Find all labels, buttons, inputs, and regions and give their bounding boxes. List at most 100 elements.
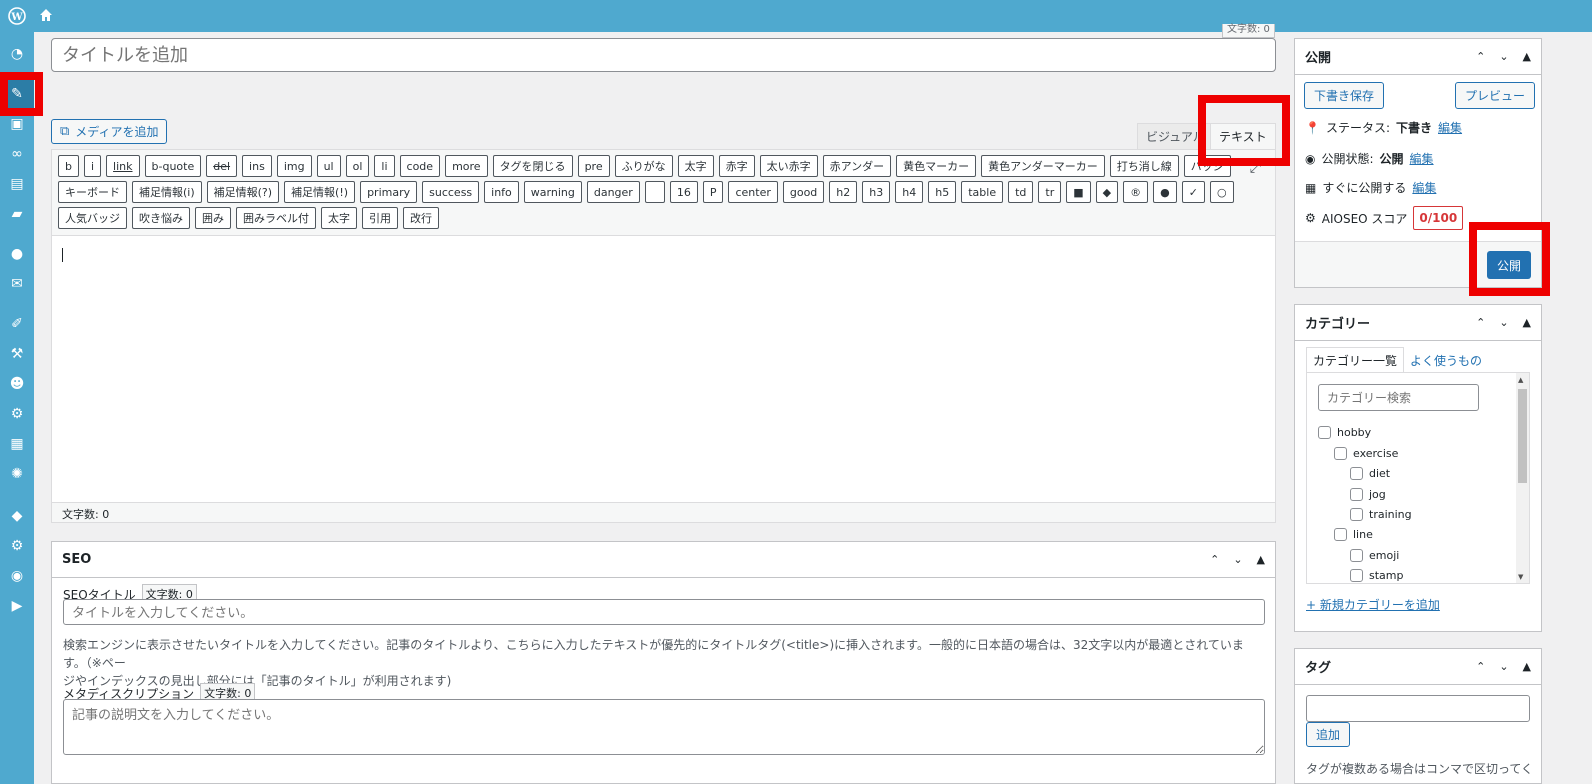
add-media-button[interactable]: ⧉ メディアを追加 (51, 119, 168, 144)
gear-icon[interactable]: ⚙ (0, 532, 34, 560)
quicktag-button[interactable]: ふりがな (614, 155, 673, 177)
quicktag-button[interactable]: td (1008, 181, 1034, 203)
quicktag-button[interactable]: 黄色マーカー (896, 155, 977, 177)
quicktag-button[interactable]: 引用 (362, 207, 398, 229)
links-icon[interactable]: ∞ (0, 140, 34, 168)
quicktag-button[interactable]: 打ち消し線 (1109, 155, 1179, 177)
appearance-icon[interactable]: ✐ (0, 310, 34, 338)
category-item[interactable]: stamp (1350, 569, 1403, 582)
settings-grid-icon[interactable]: ▦ (0, 430, 34, 458)
quicktag-button[interactable]: ins (242, 155, 272, 177)
category-checkbox[interactable] (1334, 447, 1347, 460)
save-draft-button[interactable]: 下書き保存 (1304, 82, 1385, 109)
circle-settings-icon[interactable]: ✺ (0, 460, 34, 488)
move-down-icon[interactable]: ⌄ (1499, 660, 1508, 673)
category-item[interactable]: training (1350, 508, 1412, 521)
category-item[interactable]: exercise (1334, 447, 1398, 460)
visibility-edit-link[interactable]: 編集 (1410, 150, 1434, 167)
quicktag-button[interactable]: h3 (862, 181, 891, 203)
add-new-category-link[interactable]: + 新規カテゴリーを追加 (1306, 596, 1440, 613)
quicktag-button[interactable]: code (399, 155, 441, 177)
move-up-icon[interactable]: ⌃ (1210, 553, 1219, 566)
quicktag-button[interactable]: 太字 (321, 207, 357, 229)
mail-icon[interactable]: ✉ (0, 270, 34, 298)
status-edit-link[interactable]: 編集 (1438, 119, 1462, 136)
quicktag-button[interactable]: ◆ (1095, 181, 1119, 203)
toggle-panel-icon[interactable]: ▲ (1523, 660, 1531, 673)
quicktag-button[interactable]: 囲みラベル付 (236, 207, 316, 229)
category-item[interactable]: emoji (1350, 549, 1399, 562)
quicktag-button[interactable]: 改行 (403, 207, 439, 229)
category-checkbox[interactable] (1350, 488, 1363, 501)
quicktag-button[interactable]: b (58, 155, 79, 177)
publish-button[interactable]: 公開 (1486, 251, 1531, 279)
quicktag-button[interactable]: ul (316, 155, 341, 177)
quicktag-button[interactable]: tr (1038, 181, 1062, 203)
quicktag-button[interactable]: info (484, 181, 519, 203)
quicktag-button[interactable]: 補足情報(!) (284, 181, 356, 203)
quicktag-button[interactable]: 太字 (677, 155, 714, 177)
category-search-input[interactable] (1318, 384, 1479, 411)
quicktag-button[interactable]: img (276, 155, 312, 177)
move-up-icon[interactable]: ⌃ (1476, 316, 1485, 329)
quicktag-button[interactable]: 黄色アンダーマーカー (981, 155, 1105, 177)
plugins-icon[interactable]: ⚒ (0, 340, 34, 368)
quicktag-button[interactable]: h2 (829, 181, 858, 203)
category-checkbox[interactable] (1350, 467, 1363, 480)
quicktag-button[interactable]: タグを閉じる (492, 155, 573, 177)
category-item[interactable]: jog (1350, 488, 1386, 501)
move-down-icon[interactable]: ⌄ (1233, 553, 1242, 566)
tag-input[interactable] (1306, 695, 1530, 722)
tab-all-categories[interactable]: カテゴリー一覧 (1306, 347, 1405, 373)
users-icon[interactable]: ☻ (0, 370, 34, 398)
category-scrollbar[interactable]: ▲ ▼ (1516, 373, 1529, 583)
aioseo-icon[interactable]: ◉ (0, 562, 34, 590)
quicktag-button[interactable]: ● (1153, 181, 1177, 203)
fullscreen-icon[interactable]: ⤢ (1250, 160, 1261, 176)
category-checkbox[interactable] (1318, 426, 1331, 439)
meta-description-textarea[interactable] (63, 699, 1265, 755)
move-up-icon[interactable]: ⌃ (1476, 660, 1485, 673)
category-checkbox[interactable] (1350, 508, 1363, 521)
scroll-up-icon[interactable]: ▲ (1518, 376, 1523, 384)
quicktag-button[interactable]: P (702, 181, 724, 203)
quicktag-button[interactable]: 赤字 (718, 155, 755, 177)
tools-icon[interactable]: ⚙ (0, 400, 34, 428)
post-title-input[interactable] (51, 38, 1276, 72)
tab-popular-categories[interactable]: よく使うもの (1404, 347, 1488, 373)
quicktag-button[interactable]: link (106, 155, 140, 177)
quicktag-button[interactable]: del (206, 155, 238, 177)
quicktag-button[interactable]: キーボード (58, 181, 127, 203)
quicktag-button[interactable]: primary (360, 181, 418, 203)
quicktag-button[interactable]: b-quote (144, 155, 202, 177)
toggle-panel-icon[interactable]: ▲ (1523, 316, 1531, 329)
category-checkbox[interactable] (1334, 528, 1347, 541)
schedule-edit-link[interactable]: 編集 (1412, 179, 1436, 196)
quicktag-button[interactable]: 太い赤字 (759, 155, 818, 177)
quicktag-button[interactable]: 囲み (195, 207, 231, 229)
toggle-panel-icon[interactable]: ▲ (1523, 50, 1531, 63)
quicktag-button[interactable]: center (728, 181, 778, 203)
comments-icon[interactable]: ▰ (0, 200, 34, 228)
play-icon[interactable]: ▶ (0, 592, 34, 620)
quicktag-button[interactable]: ✓ (1181, 181, 1205, 203)
plugin-dot-icon[interactable]: ● (0, 240, 34, 268)
wordpress-logo-icon[interactable]: W (8, 7, 26, 29)
aioseo-score-badge[interactable]: 0/100 (1413, 206, 1464, 230)
quicktag-button[interactable]: 補足情報(i) (132, 181, 202, 203)
quicktag-button[interactable] (644, 181, 665, 203)
media-icon[interactable]: ▣ (0, 110, 34, 138)
category-checkbox[interactable] (1350, 569, 1363, 582)
colorful-plugin-icon[interactable]: ◆ (0, 502, 34, 530)
quicktag-button[interactable]: table (961, 181, 1004, 203)
quicktag-button[interactable]: ® (1123, 181, 1149, 203)
add-tag-button[interactable]: 追加 (1306, 722, 1351, 747)
quicktag-button[interactable]: h4 (895, 181, 924, 203)
quicktag-button[interactable]: 人気バッジ (58, 207, 127, 229)
home-icon[interactable] (38, 7, 54, 27)
quicktag-button[interactable]: pre (577, 155, 610, 177)
category-item[interactable]: hobby (1318, 426, 1371, 439)
quicktag-button[interactable]: 赤アンダー (822, 155, 892, 177)
quicktag-button[interactable]: good (782, 181, 825, 203)
editor-textarea[interactable] (52, 236, 1275, 502)
